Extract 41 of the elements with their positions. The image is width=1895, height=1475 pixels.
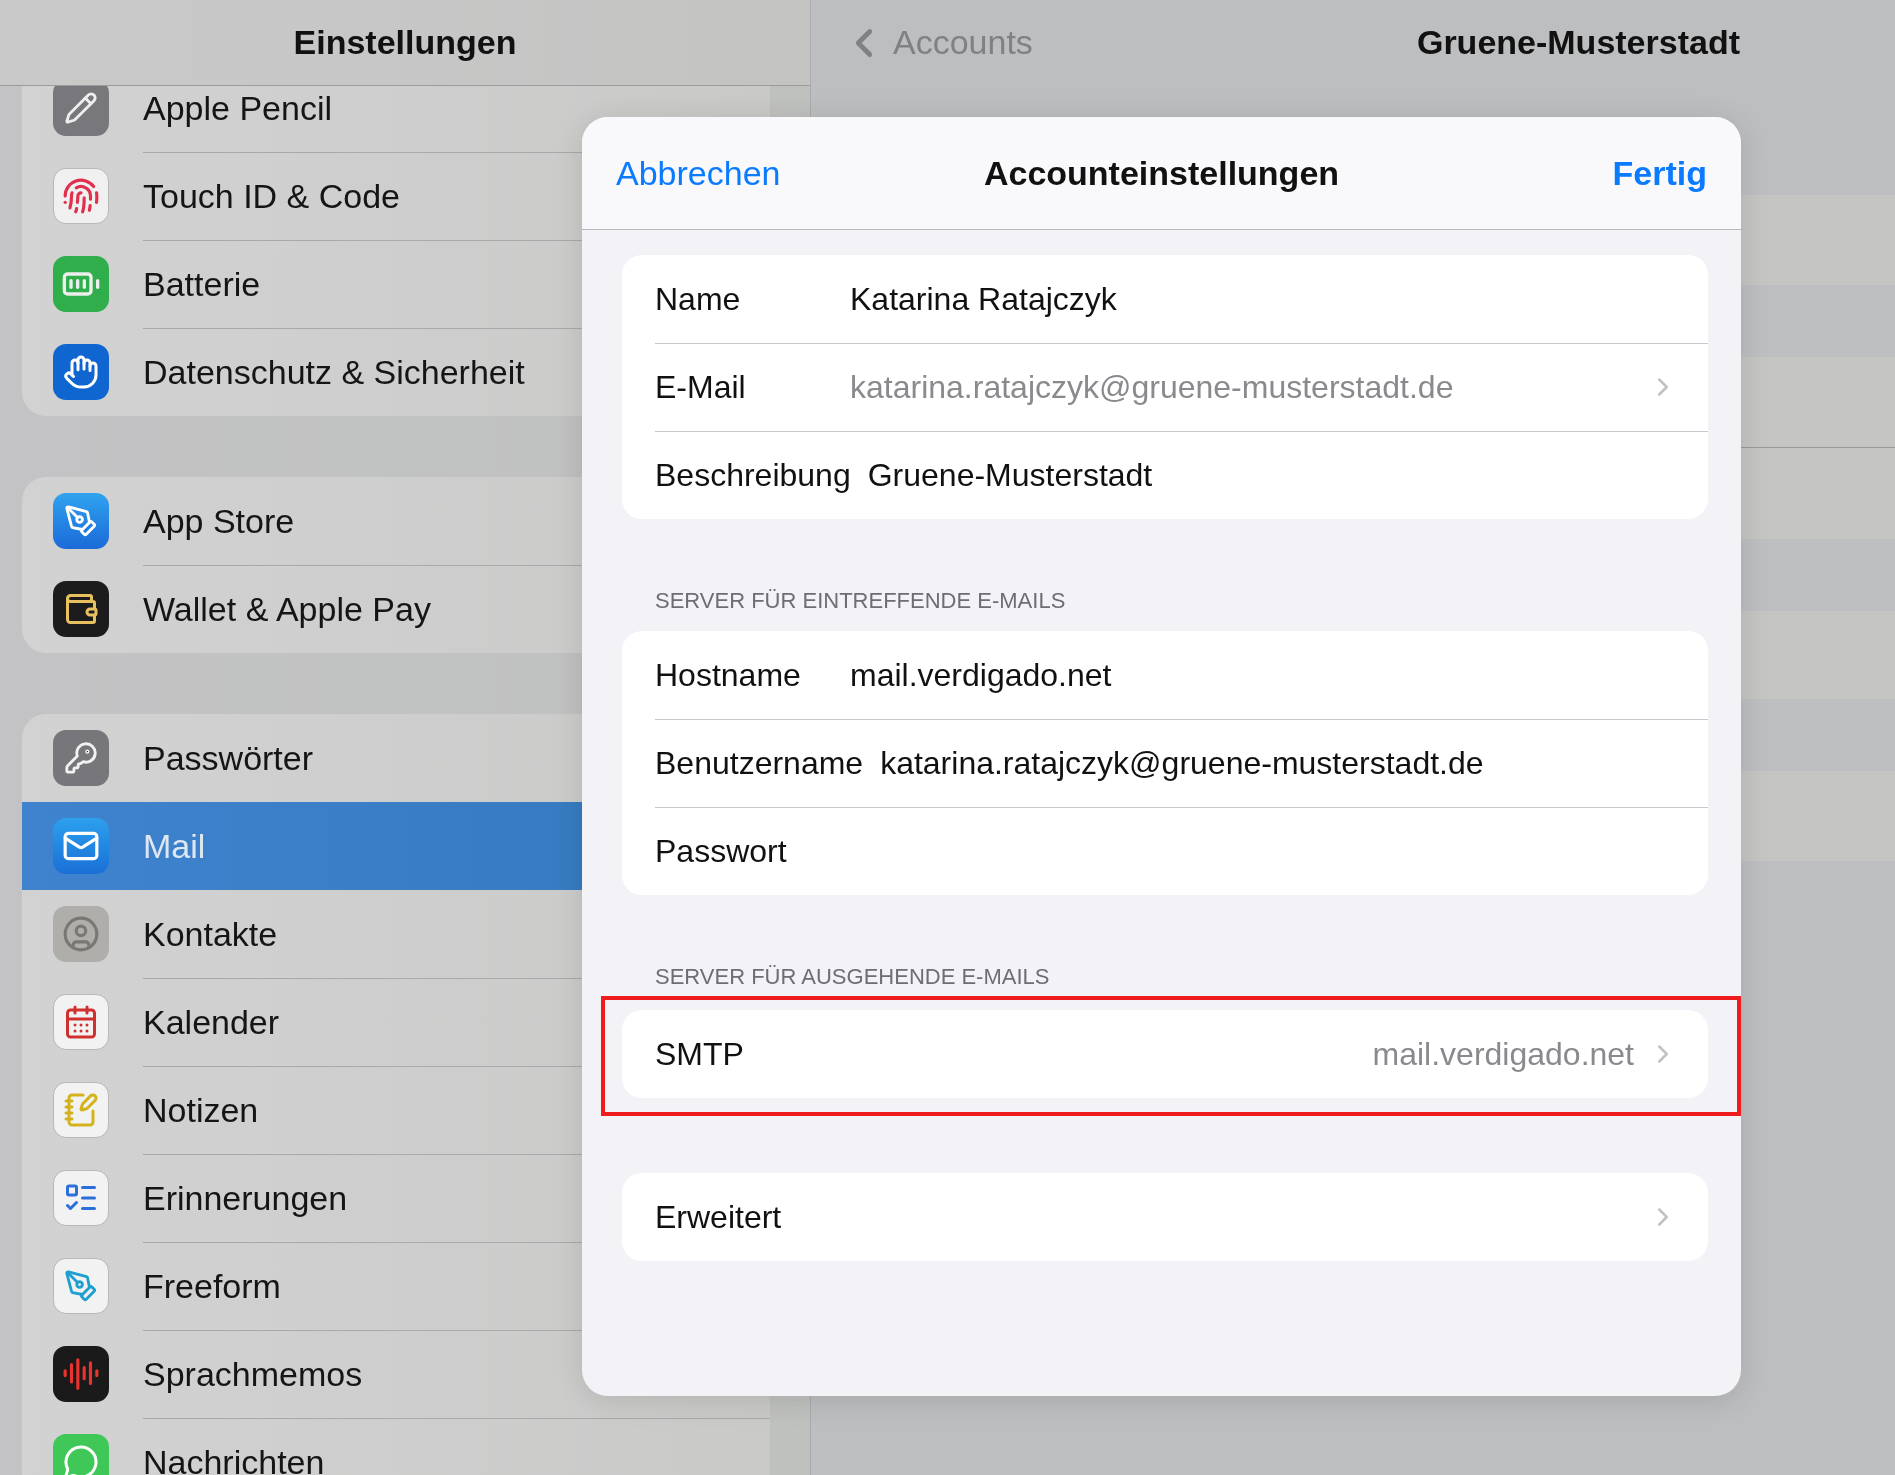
field-value: Katarina Ratajczyk [850, 280, 1117, 318]
detail-value: mail.verdigado.net [1372, 1035, 1634, 1073]
sound-wave-icon [53, 1346, 109, 1402]
notepad-icon [53, 1082, 109, 1138]
person-icon [53, 906, 109, 962]
row-label: Erweitert [655, 1198, 783, 1236]
sidebar-item[interactable]: Nachrichten [22, 1418, 770, 1475]
detail-title: Gruene-Musterstadt [1416, 23, 1740, 62]
sidebar-title: Einstellungen [293, 23, 517, 62]
row-label: SMTP [655, 1035, 745, 1073]
speech-bubble-icon [53, 1434, 109, 1475]
pen-tool-icon [53, 1258, 109, 1314]
row-label: E-Mail [655, 368, 747, 406]
settings-row[interactable]: Name Katarina Ratajczyk [622, 255, 1708, 343]
section-header: SERVER FÜR EINTREFFENDE E-MAILS [654, 588, 1067, 614]
settings-row[interactable]: E-Mail katarina.ratajczyk@gruene-musterstadt.de [622, 343, 1708, 431]
field-value: Gruene-Musterstadt [867, 456, 1153, 494]
pen-tool-icon [53, 493, 109, 549]
sheet-title: Accounteinstellungen [983, 153, 1340, 193]
battery-icon [53, 256, 109, 312]
row-label: Benutzername [655, 744, 864, 782]
settings-row[interactable]: Erweitert [622, 1173, 1708, 1261]
key-icon [53, 730, 109, 786]
row-label: Hostname [655, 656, 802, 694]
row-label: Name [655, 280, 742, 318]
field-value: katarina.ratajczyk@gruene-musterstadt.de [880, 744, 1484, 782]
settings-row[interactable]: SMTP mail.verdigado.net [622, 1010, 1708, 1098]
cancel-button[interactable]: Abbrechen [616, 153, 816, 193]
done-button[interactable]: Fertig [1507, 153, 1707, 193]
row-label: Beschreibung [655, 456, 851, 494]
section-header: SERVER FÜR AUSGEHENDE E-MAILS [654, 964, 1051, 990]
fingerprint-icon [53, 168, 109, 224]
envelope-icon [53, 818, 109, 874]
settings-row[interactable]: Hostname mail.verdigado.net [622, 631, 1708, 719]
wallet-icon [53, 581, 109, 637]
field-value: mail.verdigado.net [850, 656, 1112, 694]
calendar-icon [53, 994, 109, 1050]
field-value: katarina.ratajczyk@gruene-musterstadt.de [850, 368, 1454, 406]
hand-icon [53, 344, 109, 400]
checklist-icon [53, 1170, 109, 1226]
settings-row[interactable]: Beschreibung Gruene-Musterstadt [622, 431, 1708, 519]
